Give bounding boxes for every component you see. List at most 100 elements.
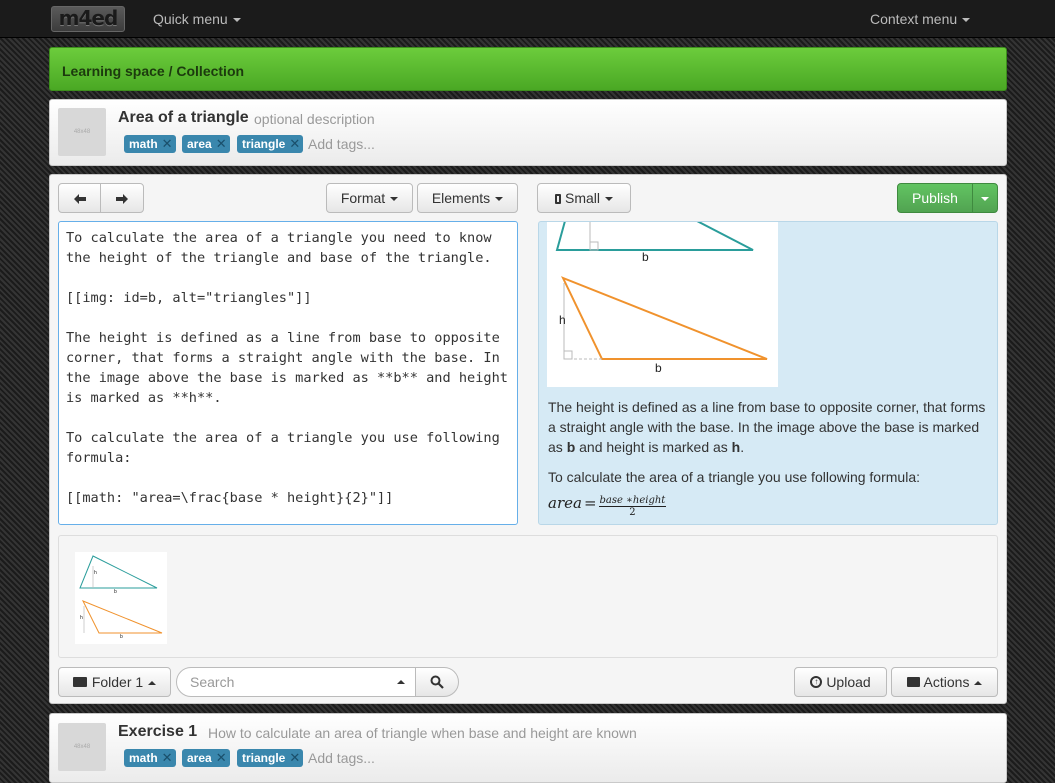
- caret-up-icon: [974, 681, 983, 686]
- context-menu-label: Context menu: [870, 11, 958, 27]
- app-logo[interactable]: m4ed: [51, 6, 125, 32]
- upload-label: Upload: [826, 674, 871, 690]
- undo-button[interactable]: [58, 183, 101, 213]
- tag-triangle: triangle ✕: [237, 135, 304, 153]
- quick-menu-label: Quick menu: [153, 11, 228, 27]
- exercise-thumbnail[interactable]: 48x48: [58, 723, 106, 771]
- preview-paragraph: The height is defined as a line from bas…: [548, 397, 988, 457]
- undo-icon: [73, 194, 86, 205]
- publish-button[interactable]: Publish: [897, 183, 973, 213]
- elements-dropdown[interactable]: Elements: [417, 183, 518, 213]
- markdown-editor[interactable]: To calculate the area of a triangle you …: [58, 221, 518, 525]
- editor-line: the image above the base is marked as **…: [66, 370, 508, 386]
- media-gallery: h b h b: [58, 535, 998, 658]
- gallery-height-label: h: [94, 570, 97, 576]
- exercise-title[interactable]: Exercise 1: [118, 723, 197, 741]
- math-lhs: area: [548, 493, 582, 512]
- folder-icon: [72, 677, 87, 688]
- elements-label: Elements: [431, 190, 491, 206]
- bold-text: b: [566, 439, 576, 455]
- bold-text: h: [731, 439, 741, 455]
- context-menu-dropdown[interactable]: Context menu: [870, 11, 971, 27]
- lesson-header: 48x48 Area of a triangle optional descri…: [49, 99, 1007, 166]
- actions-label: Actions: [923, 674, 970, 690]
- editor-line: [[math: "area=\frac{base * height}{2}"]]: [66, 490, 394, 506]
- editor-line: corner, that forms a straight angle with…: [66, 350, 500, 366]
- rendered-preview: b h b The height is defined as a line fr…: [538, 221, 998, 525]
- editor-line: the height of the triangle and base of t…: [66, 250, 492, 266]
- math-formula: area = base ∗height 2: [548, 493, 667, 518]
- upload-button[interactable]: ↑ Upload: [794, 667, 887, 697]
- tag-math: math ✕: [124, 749, 176, 767]
- add-tags-input[interactable]: Add tags...: [308, 136, 375, 152]
- tag-triangle: triangle ✕: [237, 749, 304, 767]
- tag-area: area ✕: [182, 749, 230, 767]
- tag-label: triangle: [242, 137, 286, 151]
- math-denominator: 2: [629, 507, 636, 518]
- tag-label: area: [187, 137, 212, 151]
- editor-line: is marked as **h**.: [66, 390, 222, 406]
- caret-down-icon: [495, 197, 504, 202]
- search-button[interactable]: [415, 667, 459, 697]
- triangles-figure: [555, 222, 768, 360]
- redo-button[interactable]: [100, 183, 144, 213]
- lesson-title[interactable]: Area of a triangle: [118, 109, 249, 127]
- editor-line: The height is defined as a line from bas…: [66, 330, 500, 346]
- paragraph-text: and height is marked as: [575, 439, 732, 455]
- upload-icon: ↑: [810, 676, 823, 689]
- tag-label: math: [129, 137, 158, 151]
- add-tags-input[interactable]: Add tags...: [308, 750, 375, 766]
- base-label: b: [655, 361, 662, 375]
- quick-menu-dropdown[interactable]: Quick menu: [153, 11, 241, 27]
- caret-down-icon: [962, 18, 971, 23]
- gallery-image-thumbnail[interactable]: h b h b: [75, 552, 167, 644]
- size-label: Small: [564, 190, 600, 206]
- mobile-icon: [554, 194, 561, 205]
- lesson-description[interactable]: optional description: [254, 111, 375, 127]
- folder-dropdown[interactable]: Folder 1: [58, 667, 171, 697]
- gallery-base-label: b: [114, 589, 117, 595]
- caret-up-icon[interactable]: [397, 680, 405, 684]
- triangles-thumbnail-figure: [79, 555, 163, 634]
- caret-down-icon: [390, 197, 399, 202]
- remove-tag-icon[interactable]: ✕: [162, 135, 173, 153]
- caret-down-icon: [605, 197, 613, 202]
- editor-line: To calculate the area of a triangle you …: [66, 230, 492, 246]
- gallery-base-label: b: [120, 634, 123, 640]
- format-label: Format: [340, 190, 386, 206]
- exercise-description[interactable]: How to calculate an area of triangle whe…: [208, 725, 637, 741]
- editor-line: formula:: [66, 450, 132, 466]
- math-equals: =: [583, 493, 597, 512]
- lesson-thumbnail[interactable]: 48x48: [58, 108, 106, 156]
- paragraph-text: .: [740, 439, 745, 455]
- base-label: b: [642, 250, 649, 264]
- folder-icon: [906, 677, 920, 688]
- tag-area: area ✕: [182, 135, 230, 153]
- remove-tag-icon[interactable]: ✕: [162, 749, 173, 767]
- tag-label: area: [187, 751, 212, 765]
- actions-dropdown[interactable]: Actions: [891, 667, 998, 697]
- remove-tag-icon[interactable]: ✕: [289, 749, 300, 767]
- tag-label: triangle: [242, 751, 286, 765]
- tag-math: math ✕: [124, 135, 176, 153]
- editor-line: To calculate the area of a triangle you …: [66, 430, 500, 446]
- preview-size-dropdown[interactable]: Small: [537, 183, 631, 213]
- triangles-image: b h b: [547, 222, 778, 387]
- caret-down-icon: [232, 18, 241, 23]
- breadcrumb[interactable]: Learning space / Collection: [62, 63, 244, 79]
- exercise-header: 48x48 Exercise 1 How to calculate an are…: [49, 713, 1007, 783]
- publish-options-dropdown[interactable]: [972, 183, 998, 213]
- folder-label: Folder 1: [91, 674, 144, 690]
- remove-tag-icon[interactable]: ✕: [289, 135, 300, 153]
- search-icon: [430, 675, 444, 689]
- search-input[interactable]: [190, 674, 390, 690]
- redo-icon: [116, 194, 128, 205]
- remove-tag-icon[interactable]: ✕: [216, 749, 227, 767]
- format-dropdown[interactable]: Format: [326, 183, 413, 213]
- editor-line: [[img: id=b, alt="triangles"]]: [66, 290, 312, 306]
- math-fraction: base ∗height 2: [598, 495, 667, 518]
- remove-tag-icon[interactable]: ✕: [216, 135, 227, 153]
